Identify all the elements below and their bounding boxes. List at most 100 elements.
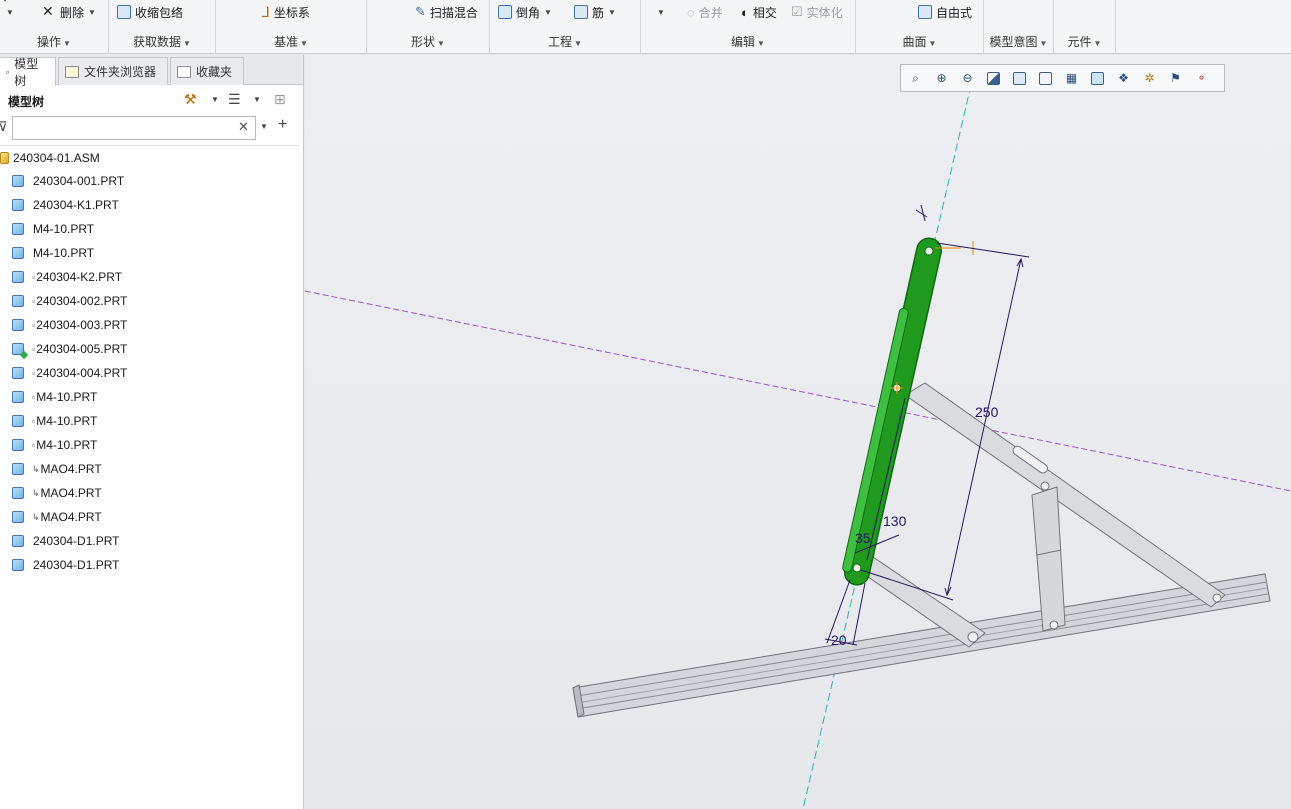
part-icon [12,175,24,187]
chevron-down-icon[interactable]: ▼ [211,95,219,104]
round-icon [498,5,512,19]
chevron-down-icon: ▼ [63,39,71,48]
node-status-icon: ▫ [32,392,36,402]
group-label-text: 形状 [411,35,436,49]
tree-node[interactable]: ▫ 240304-003.PRT [0,313,300,337]
view-manager-icon[interactable]: ▦ [1061,68,1082,88]
delete-button[interactable]: 删除 ▼ [42,3,96,21]
tree-node[interactable]: ↳ MAO4.PRT [0,457,300,481]
tree-node-label: 240304-K1.PRT [33,198,119,212]
collapse-button[interactable]: ▼ [6,3,14,21]
ribbon-group-label[interactable]: 形状 ▼ [367,33,489,50]
add-icon[interactable]: + [278,116,287,134]
ribbon-group-label[interactable]: 曲面 ▼ [856,33,983,50]
tree-node[interactable]: 240304-001.PRT [0,169,300,193]
dim-250-label: 250 [975,404,999,420]
tree-node[interactable]: ▫ M4-10.PRT [0,385,300,409]
chevron-down-icon: ▼ [88,7,96,17]
round-button[interactable]: 倒角 ▼ [498,3,552,21]
cad-scene[interactable]: 250 130 35 20 [305,55,1291,809]
show-icon[interactable]: ⊞ [274,91,286,108]
solidify-button[interactable]: ☑ 实体化 [791,3,843,21]
tree-node[interactable]: M4-10.PRT [0,241,300,265]
tree-root-assembly[interactable]: 240304-01.ASM [0,147,300,169]
ribbon-group-label[interactable]: 工程 ▼ [490,33,640,50]
section-icon[interactable]: ❖ [1113,68,1134,88]
tree-node-label: 240304-01.ASM [13,151,100,165]
chevron-down-icon: ▼ [574,39,582,48]
saved-views-icon[interactable] [1035,68,1056,88]
annotation-display-icon[interactable]: ⚑ [1165,68,1186,88]
ribbon-group-label[interactable]: 基准 ▼ [216,33,366,50]
shrinkwrap-icon [117,5,131,19]
node-status-icon: ↳ [32,511,40,522]
tree-node[interactable]: M4-10.PRT [0,217,300,241]
merge-label: 合并 [698,5,723,20]
zoom-out-icon[interactable]: ⊖ [957,68,978,88]
tab-folder-browser[interactable]: 文件夹浏览器 [58,57,168,85]
tree-node[interactable]: 240304-K1.PRT [0,193,300,217]
chevron-down-icon: ▼ [183,39,191,48]
shrinkwrap-button[interactable]: 收缩包络 [117,3,183,21]
merge-icon: ◌ [687,4,695,20]
chevron-down-icon: ▼ [1093,39,1102,48]
chevron-down-icon: ▼ [300,39,308,48]
ribbon-group-label[interactable]: 操作 ▼ [0,33,108,50]
part-icon [12,511,24,523]
display-style-icon[interactable] [1009,68,1030,88]
graphics-viewport[interactable]: 250 130 35 20 ⌕ ⊕ ⊖ ▦ ❖ ✲ ⚑ ⚬ [305,55,1291,809]
tree-node-label: 240304-004.PRT [36,366,128,380]
tree-search-input[interactable] [12,116,256,140]
filter-icon: ⊽ [0,119,8,134]
rib-button[interactable]: 筋 ▼ [574,3,616,21]
ribbon-group-label[interactable]: 元件 ▼ [1054,33,1115,50]
spin-center-icon[interactable]: ⚬ [1191,68,1212,88]
tree-node-label: 240304-001.PRT [33,174,125,188]
view-toolbar: ⌕ ⊕ ⊖ ▦ ❖ ✲ ⚑ ⚬ [900,64,1225,92]
group-label-text: 编辑 [731,35,756,49]
csys-button[interactable]: ⅃ 坐标系 [262,3,310,21]
tree-node[interactable]: ▫ 240304-004.PRT [0,361,300,385]
intersect-icon: ◐ [741,4,749,20]
tools-icon[interactable]: ⚒ [184,91,197,108]
datum-display-icon[interactable]: ✲ [1139,68,1160,88]
tree-node[interactable]: ▫ M4-10.PRT [0,433,300,457]
chevron-down-icon[interactable]: ▼ [260,122,268,131]
zoom-in-icon[interactable]: ⊕ [931,68,952,88]
tree-node[interactable]: ↳ MAO4.PRT [0,481,300,505]
tree-node[interactable]: ▫ 240304-002.PRT [0,289,300,313]
freestyle-button[interactable]: 自由式 [918,3,972,21]
tab-label: 模型树 [14,57,39,88]
tab-favorites[interactable]: 收藏夹 [170,57,244,85]
pattern-dropdown[interactable]: ▼ [657,3,665,21]
intersect-button[interactable]: ◐ 相交 [741,3,777,21]
refit-icon[interactable]: ⌕ [905,68,926,88]
node-status-icon: ▫ [32,440,36,450]
tree-node[interactable]: ▫ M4-10.PRT [0,409,300,433]
ribbon-group-label[interactable]: 模型意图 ▼ [984,33,1053,50]
tree-node[interactable]: ▫ 240304-005.PRT [0,337,300,361]
tree-node[interactable]: ↳ MAO4.PRT [0,505,300,529]
ribbon-group-label[interactable]: 获取数据 ▼ [109,33,215,50]
support-link[interactable] [1031,486,1066,632]
settings-list-icon[interactable]: ☰ [228,91,241,108]
clear-icon[interactable]: ✕ [238,119,249,135]
repaint-icon[interactable] [983,68,1004,88]
ribbon-group-label[interactable]: 编辑 ▼ [641,33,855,50]
tree-node[interactable]: ▫ 240304-K2.PRT [0,265,300,289]
ribbon-group-surfaces: 自由式 曲面 ▼ [856,0,984,54]
node-status-icon: ▫ [32,344,36,354]
long-arm[interactable] [904,382,1226,608]
sweep-blend-button[interactable]: ✎ 扫描混合 [415,3,478,21]
chevron-down-icon[interactable]: ▼ [253,95,261,104]
tree-node[interactable]: 240304-D1.PRT [0,529,300,553]
tab-model-tree[interactable]: ▫ 模型树 [0,57,56,88]
perspective-icon[interactable] [1087,68,1108,88]
merge-button[interactable]: ◌ 合并 [687,3,723,21]
tree-node[interactable]: 240304-D1.PRT [0,553,300,577]
solidify-label: 实体化 [806,5,843,20]
group-label-text: 曲面 [902,35,927,49]
node-status-icon: ▫ [32,296,36,306]
group-label-text: 模型意图 [989,35,1038,49]
datum-plane-line[interactable] [305,290,1291,492]
